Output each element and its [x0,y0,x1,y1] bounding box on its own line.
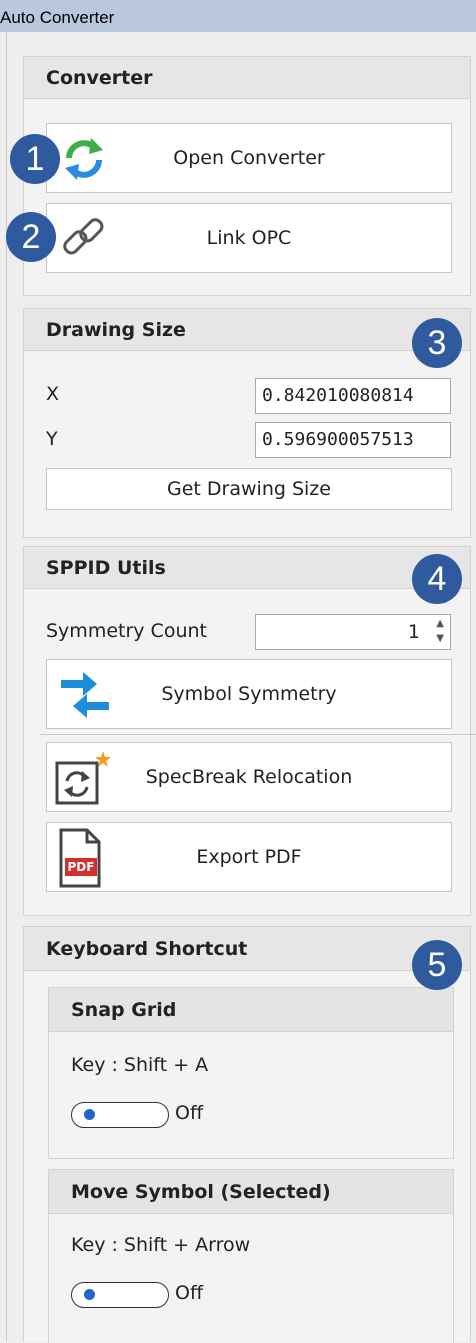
get-drawing-size-button[interactable]: Get Drawing Size [46,468,452,510]
badge-1: 1 [10,134,60,184]
open-converter-label: Open Converter [173,147,325,169]
keyboard-shortcut-header: Keyboard Shortcut [24,927,470,971]
toggle-knob [84,1109,95,1120]
specbreak-relocation-label: SpecBreak Relocation [145,766,353,788]
window-title: Auto Converter [0,0,476,32]
y-label: Y [46,428,58,450]
move-symbol-state: Off [175,1282,204,1304]
move-symbol-panel: Move Symbol (Selected) Key : Shift + Arr… [48,1169,454,1343]
symmetry-count-value: 1 [407,621,420,643]
snap-grid-state: Off [175,1102,204,1124]
spin-up-icon[interactable]: ▲ [436,618,444,629]
snap-grid-key: Key : Shift + A [71,1054,209,1076]
symmetry-count-stepper[interactable]: 1 ▲ ▼ [255,614,451,650]
get-drawing-size-label: Get Drawing Size [167,478,331,500]
link-opc-label: Link OPC [206,227,292,249]
export-pdf-label: Export PDF [196,846,302,868]
snap-grid-toggle[interactable] [71,1102,169,1128]
separator [40,734,476,735]
toggle-knob [84,1289,95,1300]
move-symbol-title: Move Symbol (Selected) [49,1170,453,1214]
move-symbol-toggle[interactable] [71,1282,169,1308]
badge-5: 5 [412,940,462,990]
open-converter-button[interactable]: Open Converter [46,123,452,193]
move-symbol-key: Key : Shift + Arrow [71,1234,251,1256]
badge-3: 3 [412,318,462,368]
specbreak-relocation-button[interactable]: SpecBreak Relocation [46,742,452,812]
x-label: X [46,383,60,405]
y-value-input[interactable]: 0.596900057513 [255,422,451,458]
snap-grid-panel: Snap Grid Key : Shift + A Off [48,987,454,1159]
symmetry-count-label: Symmetry Count [46,620,207,642]
symbol-symmetry-button[interactable]: Symbol Symmetry [46,659,452,729]
keyboard-shortcut-panel: Keyboard Shortcut Snap Grid Key : Shift … [23,926,471,1343]
link-opc-button[interactable]: Link OPC [46,203,452,273]
drawing-size-header: Drawing Size [24,309,470,351]
x-value-input[interactable]: 0.842010080814 [255,378,451,414]
badge-4: 4 [412,554,462,604]
export-pdf-button[interactable]: PDF Export PDF [46,822,452,892]
symbol-symmetry-label: Symbol Symmetry [161,683,337,705]
spin-down-icon[interactable]: ▼ [436,633,444,644]
sppid-utils-header: SPPID Utils [24,547,470,589]
badge-2: 2 [6,212,56,262]
snap-grid-title: Snap Grid [49,988,453,1032]
converter-header: Converter [24,57,470,99]
